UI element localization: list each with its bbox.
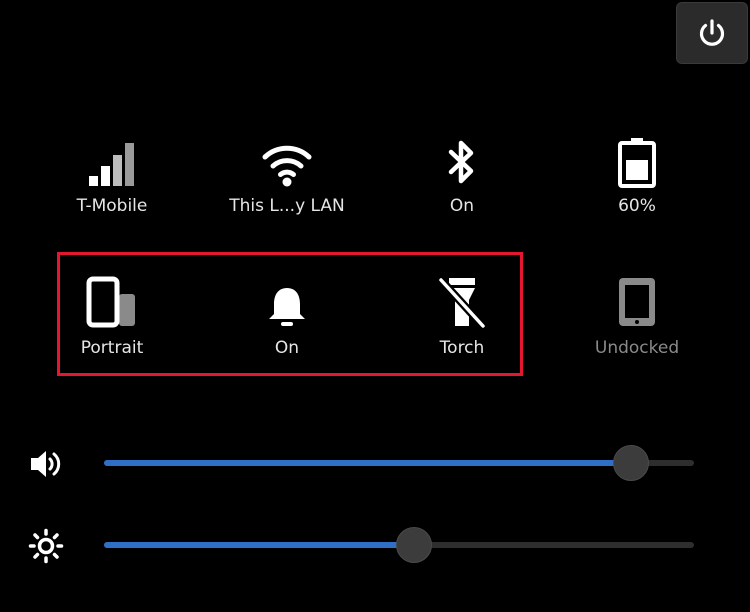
bell-icon [269, 288, 305, 326]
brightness-slider-knob[interactable] [395, 527, 432, 563]
tile-bluetooth-label: On [449, 196, 475, 216]
tile-dock-label: Undocked [594, 338, 680, 358]
bluetooth-icon [448, 140, 474, 184]
power-button[interactable] [676, 2, 748, 64]
tile-dock[interactable]: Undocked [562, 260, 712, 370]
tile-mobile-network-label: T-Mobile [76, 196, 148, 216]
tile-bluetooth[interactable]: On [387, 118, 537, 228]
torch-off-icon [438, 277, 486, 329]
tile-wifi[interactable]: This L...y LAN [212, 118, 362, 228]
tile-rotation[interactable]: Portrait [37, 260, 187, 370]
quick-settings-panel: T-Mobile This L...y LAN On 60% Portrait … [0, 0, 750, 612]
tile-notifications-label: On [274, 338, 300, 358]
speaker-volume-icon [31, 451, 61, 477]
volume-slider-row [0, 438, 750, 488]
volume-slider[interactable] [104, 445, 694, 481]
tile-rotation-label: Portrait [80, 338, 144, 358]
tile-wifi-label: This L...y LAN [229, 196, 345, 216]
tile-battery[interactable]: 60% [562, 118, 712, 228]
tablet-icon [619, 278, 655, 326]
power-icon [699, 19, 725, 46]
tile-torch[interactable]: Torch [387, 260, 537, 370]
tile-notifications[interactable]: On [212, 260, 362, 370]
brightness-slider-fill [104, 542, 414, 548]
volume-slider-fill [104, 460, 632, 466]
rotation-portrait-icon [86, 276, 135, 328]
battery-icon [618, 138, 656, 188]
cellular-signal-icon [89, 143, 134, 186]
brightness-icon [28, 528, 64, 564]
brightness-slider[interactable] [104, 527, 694, 563]
brightness-slider-row [0, 520, 750, 570]
volume-slider-knob[interactable] [613, 445, 650, 481]
wifi-icon [262, 145, 312, 187]
tile-torch-label: Torch [439, 338, 485, 358]
tile-battery-label: 60% [618, 196, 656, 216]
tile-mobile-network[interactable]: T-Mobile [37, 118, 187, 228]
